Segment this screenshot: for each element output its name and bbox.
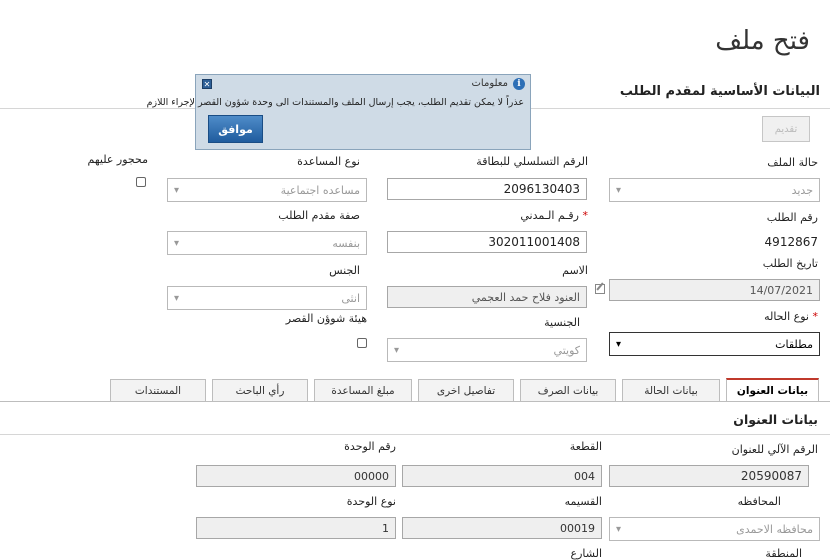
minors-authority-checkbox[interactable] — [357, 338, 367, 348]
chevron-down-icon: ▾ — [394, 344, 400, 356]
gender-value: انثى — [341, 291, 360, 305]
address-number-value: 20590087 — [740, 469, 802, 483]
assistance-type-select[interactable]: مساعده اجتماعية ▾ — [167, 178, 367, 202]
file-status-label: حالة الملف — [767, 156, 818, 169]
area-label: المنطقة — [765, 547, 802, 560]
close-icon[interactable]: ✕ — [202, 79, 212, 89]
chevron-down-icon: ▾ — [616, 523, 622, 535]
request-date-field[interactable]: 14/07/2021 — [609, 279, 820, 301]
tab-address[interactable]: بيانات العنوان — [726, 378, 819, 402]
gender-select[interactable]: انثى ▾ — [167, 286, 367, 310]
chevron-down-icon: ▾ — [174, 292, 180, 304]
tab-disbursement[interactable]: بيانات الصرف — [520, 379, 616, 401]
block-label: القطعة — [569, 440, 602, 453]
edit-icon[interactable] — [595, 284, 605, 294]
address-section-title: بيانات العنوان — [733, 412, 818, 427]
governorate-select[interactable]: محافظه الاحمدى ▾ — [609, 517, 820, 541]
unit-number-field[interactable]: 00000 — [196, 465, 396, 487]
applicant-capacity-label: صفة مقدم الطلب — [278, 209, 360, 222]
nationality-label: الجنسية — [544, 316, 580, 329]
applicant-capacity-value: بنفسه — [332, 236, 360, 250]
page-title: فتح ملف — [715, 26, 810, 56]
tab-documents[interactable]: المستندات — [110, 379, 206, 401]
case-type-select[interactable]: مطلقات ▾ — [609, 332, 820, 356]
request-date-value: 14/07/2021 — [749, 283, 813, 297]
block-field[interactable]: 004 — [402, 465, 602, 487]
restricted-checkbox[interactable] — [136, 177, 146, 187]
plot-label: القسيمه — [564, 495, 602, 508]
file-status-value: جديد — [791, 183, 813, 197]
unit-number-value: 00000 — [354, 469, 389, 483]
civil-id-label: * رقـم الـمدني — [520, 209, 588, 222]
plot-field[interactable]: 00019 — [402, 517, 602, 539]
chevron-down-icon: ▾ — [616, 338, 622, 350]
governorate-value: محافظه الاحمدى — [736, 522, 813, 536]
name-label: الاسم — [562, 264, 588, 277]
gender-label: الجنس — [329, 264, 360, 277]
unit-type-value: 1 — [382, 521, 389, 535]
tab-researcher-opinion[interactable]: رأي الباحث — [212, 379, 308, 401]
street-label: الشارع — [570, 547, 602, 560]
civil-id-field[interactable]: 302011001408 — [387, 231, 587, 253]
unit-number-label: رقم الوحدة — [344, 440, 396, 453]
divider — [0, 434, 830, 435]
request-number-label: رقم الطلب — [766, 211, 818, 224]
unit-type-label: نوع الوحدة — [346, 495, 396, 508]
tab-assistance-amount[interactable]: مبلغ المساعدة — [314, 379, 412, 401]
tab-other-details[interactable]: تفاصيل اخرى — [418, 379, 514, 401]
required-marker: * — [582, 209, 589, 222]
chevron-down-icon: ▾ — [174, 237, 180, 249]
applicant-capacity-select[interactable]: بنفسه ▾ — [167, 231, 367, 255]
request-date-label: تاريخ الطلب — [762, 257, 818, 270]
card-serial-label: الرقم التسلسلي للبطاقة — [476, 155, 588, 168]
dialog-title: معلومات — [471, 78, 508, 89]
assistance-type-label: نوع المساعدة — [297, 155, 360, 168]
address-number-field[interactable]: 20590087 — [609, 465, 809, 487]
info-dialog: ✕ معلومات i عذراً لا يمكن تقديم الطلب، ي… — [147, 74, 531, 150]
chevron-down-icon: ▾ — [616, 184, 622, 196]
dialog-message: عذراً لا يمكن تقديم الطلب، يجب إرسال الم… — [146, 97, 524, 108]
chevron-down-icon: ▾ — [174, 184, 180, 196]
name-value: العنود فلاح حمد العجمي — [471, 290, 580, 304]
nationality-value: كويتي — [553, 343, 580, 357]
minors-authority-label: هيئة شوؤن القصر — [285, 312, 367, 325]
plot-value: 00019 — [560, 521, 595, 535]
civil-id-value: 302011001408 — [488, 235, 580, 249]
card-serial-value: 2096130403 — [503, 182, 580, 196]
name-field[interactable]: العنود فلاح حمد العجمي — [387, 286, 587, 308]
address-number-label: الرقم الآلي للعنوان — [731, 443, 818, 456]
nationality-select[interactable]: كويتي ▾ — [387, 338, 587, 362]
case-type-label: * نوع الحاله — [764, 310, 818, 323]
unit-type-field[interactable]: 1 — [196, 517, 396, 539]
tab-case-data[interactable]: بيانات الحالة — [622, 379, 720, 401]
dialog-title-bar: ✕ معلومات i — [196, 75, 530, 93]
section-title: البيانات الأساسية لمقدم الطلب — [619, 84, 820, 99]
restricted-label: محجور عليهم — [87, 153, 149, 166]
assistance-type-value: مساعده اجتماعية — [280, 183, 360, 197]
submit-button[interactable]: تقديم — [762, 116, 810, 142]
case-type-value: مطلقات — [775, 337, 813, 351]
required-marker: * — [812, 310, 819, 323]
file-status-select[interactable]: جديد ▾ — [609, 178, 820, 202]
ok-button[interactable]: موافق — [208, 115, 263, 143]
info-icon: i — [513, 78, 525, 90]
request-number-value: 4912867 — [764, 235, 818, 249]
governorate-label: المحافظه — [737, 495, 781, 508]
tabs-divider — [0, 401, 830, 402]
block-value: 004 — [574, 469, 595, 483]
card-serial-field[interactable]: 2096130403 — [387, 178, 587, 200]
